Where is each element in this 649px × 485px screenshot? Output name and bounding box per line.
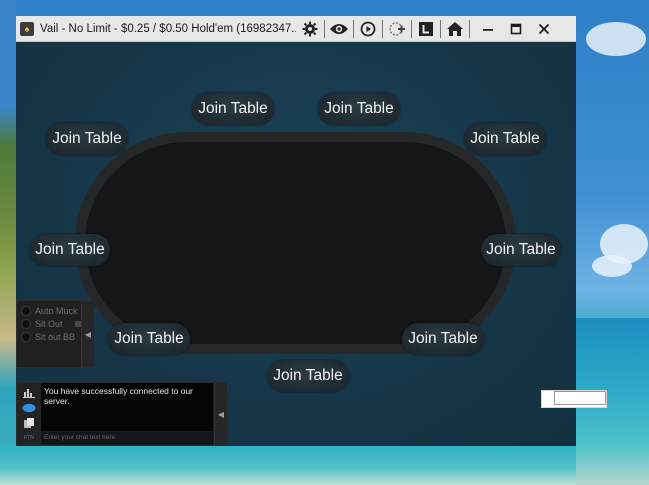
chat-message-log: You have successfully connected to our s… [41,383,213,431]
join-table-seat-1[interactable]: Join Table [192,93,274,125]
toolbar-separator [440,19,441,38]
join-table-seat-9[interactable]: Join Table [267,360,349,392]
join-table-seat-5[interactable]: Join Table [30,234,110,266]
eye-icon[interactable] [328,19,350,39]
join-table-seat-4[interactable]: Join Table [464,123,546,155]
table-options-panel: Auto Muck Sit Out Sit out BB ◀ [16,300,94,368]
cards-icon[interactable] [22,417,36,429]
app-logo-icon: ♠ [20,21,34,36]
join-table-seat-3[interactable]: Join Table [46,123,128,155]
minimize-button[interactable] [474,16,502,42]
sit-out-bb-option[interactable]: Sit out BB [21,331,75,343]
chat-panel: FTN You have successfully connected to o… [16,382,227,446]
collapse-chat-arrow[interactable]: ◀ [214,383,227,445]
ftn-label: FTN [24,435,34,441]
sit-out-bb-label: Sit out BB [35,332,76,342]
sit-out-radio[interactable] [21,319,31,329]
toolbar-separator [353,19,354,38]
sit-out-bb-radio[interactable] [21,332,31,342]
gear-icon[interactable] [299,19,321,39]
join-table-seat-2[interactable]: Join Table [318,93,400,125]
auto-muck-radio[interactable] [21,306,31,316]
cloud-decoration [586,22,646,56]
sit-out-option[interactable]: Sit Out [21,318,83,330]
home-icon[interactable] [444,19,466,39]
toolbar-separator [469,19,470,38]
join-table-seat-6[interactable]: Join Table [481,234,561,266]
toolbar-separator [411,19,412,38]
add-table-icon[interactable] [386,19,408,39]
toolbar-separator [324,19,325,38]
window-title: Vail - No Limit - $0.25 / $0.50 Hold'em … [40,22,296,35]
chat-tab-strip: FTN [17,383,41,445]
close-button[interactable] [530,16,558,42]
lobby-l-icon[interactable] [415,19,437,39]
toolbar-separator [382,19,383,38]
join-table-seat-7[interactable]: Join Table [108,323,190,355]
stats-chart-icon[interactable] [22,387,36,399]
title-toolbar [296,16,470,42]
blank-popup-inner [554,391,606,405]
replay-icon[interactable] [357,19,379,39]
chat-bubble-icon[interactable] [22,402,36,414]
poker-table-felt [85,142,506,344]
table-area: Join Table Join Table Join Table Join Ta… [16,42,576,446]
desktop-wallpaper-left [0,0,16,485]
cloud-decoration [592,255,632,277]
poker-table-window: ♠ Vail - No Limit - $0.25 / $0.50 Hold'e… [16,16,576,446]
collapse-options-arrow[interactable]: ◀ [81,301,94,367]
chat-input[interactable] [41,432,213,444]
chat-message: You have successfully connected to our s… [44,386,194,406]
desktop-wallpaper-bottom [0,446,576,485]
sit-out-label: Sit Out [35,319,63,329]
join-table-seat-8[interactable]: Join Table [402,323,484,355]
blank-popup-box [541,390,607,408]
auto-muck-label: Auto Muck [35,306,78,316]
title-bar[interactable]: ♠ Vail - No Limit - $0.25 / $0.50 Hold'e… [16,16,576,42]
maximize-button[interactable] [502,16,530,42]
auto-muck-option[interactable]: Auto Muck [21,305,78,317]
